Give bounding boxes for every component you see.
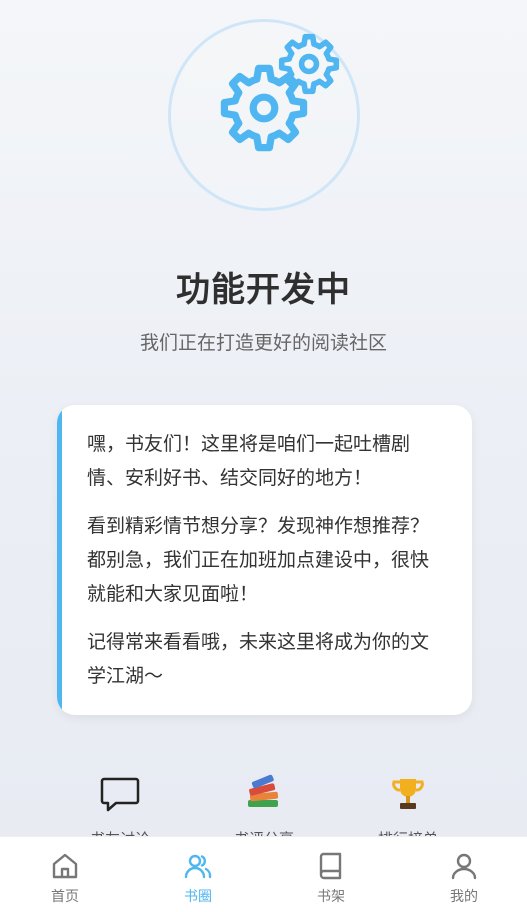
nav-item-bookshelf[interactable]: 书架 <box>291 851 371 906</box>
user-icon <box>451 853 477 880</box>
people-icon <box>184 854 212 879</box>
book-icon <box>319 852 342 880</box>
nav-label: 首页 <box>51 889 79 905</box>
gear-small-icon <box>278 33 340 95</box>
nav-label: 书架 <box>317 889 345 905</box>
speech-bubble-icon <box>100 777 140 812</box>
card-paragraph: 记得常来看看哦，未来这里将成为你的文学江湖～ <box>87 631 430 687</box>
home-icon <box>52 853 78 879</box>
trophy-icon <box>392 779 424 809</box>
page-subtitle: 我们正在打造更好的阅读社区 <box>139 332 387 354</box>
books-icon <box>248 774 279 807</box>
card-paragraph: 看到精彩情节想分享？发现神作想推荐？都别急，我们正在加班加点建设中，很快就能和大… <box>87 515 430 605</box>
hero <box>0 0 527 240</box>
card-body: 嘿，书友们！这里将是咱们一起吐槽剧情、安利好书、结交同好的地方！ 看到精彩情节想… <box>87 427 447 707</box>
feature-list: 书友讨论 书评分享 排行榜单 <box>0 774 527 848</box>
nav-item-circle[interactable]: 书圈 <box>158 851 238 906</box>
page-title: 功能开发中 <box>176 270 351 310</box>
card-accent-bar <box>57 405 62 715</box>
intro-card: 嘿，书友们！这里将是咱们一起吐槽剧情、安利好书、结交同好的地方！ 看到精彩情节想… <box>57 405 472 715</box>
nav-item-home[interactable]: 首页 <box>25 851 105 906</box>
bottom-nav: 首页 书圈 书架 我的 <box>0 836 527 912</box>
nav-label: 我的 <box>450 889 478 905</box>
card-paragraph: 嘿，书友们！这里将是咱们一起吐槽剧情、安利好书、结交同好的地方！ <box>87 433 411 489</box>
nav-label: 书圈 <box>184 889 212 905</box>
nav-item-profile[interactable]: 我的 <box>424 851 504 906</box>
